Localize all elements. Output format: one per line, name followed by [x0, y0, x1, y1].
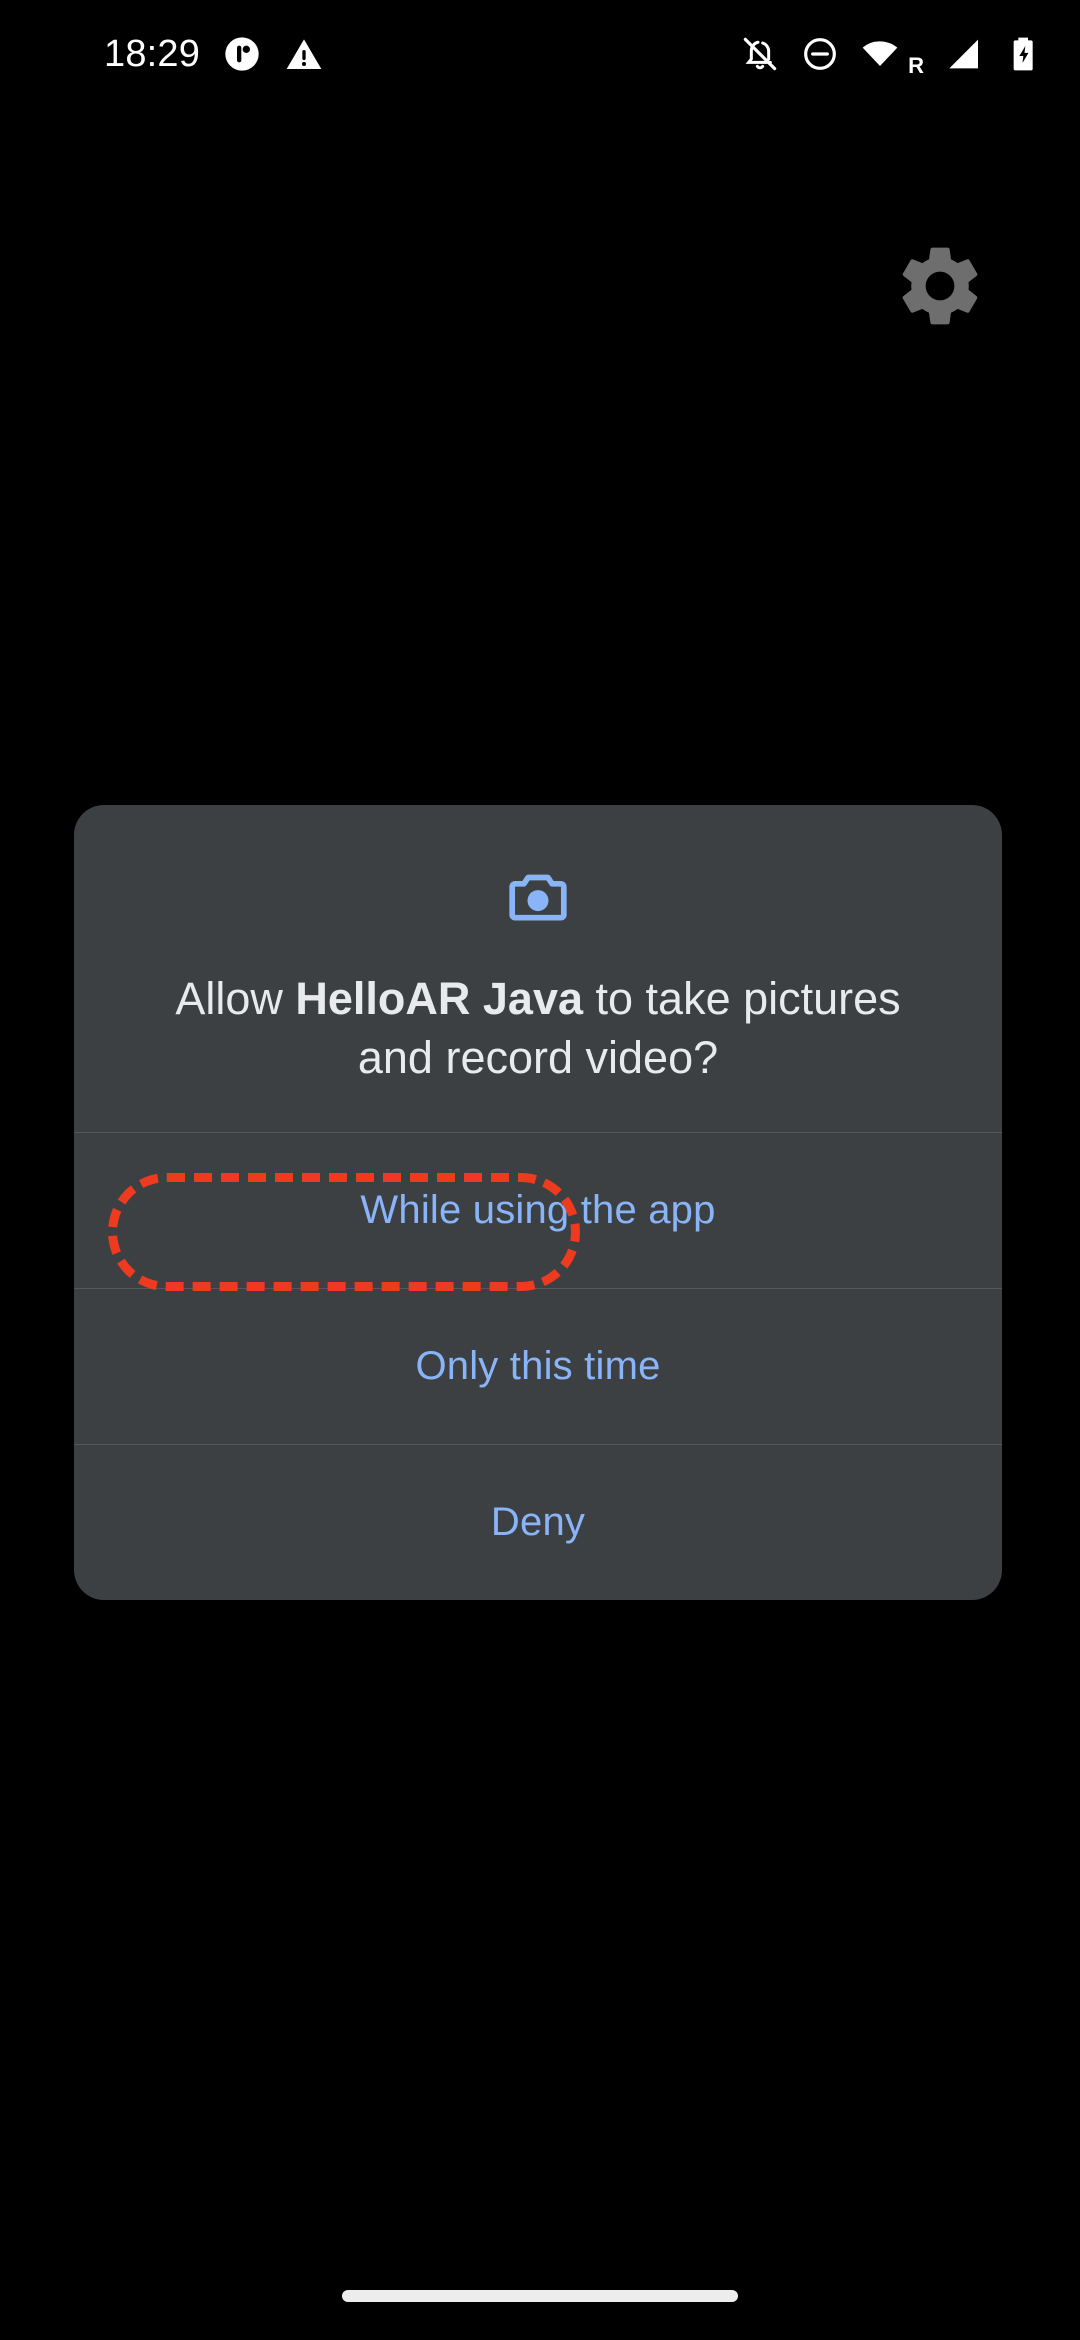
button-only-this-time-label: Only this time	[415, 1343, 661, 1388]
button-while-using-the-app-label: While using the app	[360, 1187, 716, 1232]
button-while-using-the-app[interactable]: While using the app	[74, 1131, 1002, 1288]
button-only-this-time[interactable]: Only this time	[74, 1287, 1002, 1444]
status-bar: 18:29 R	[0, 0, 1080, 108]
dialog-title-app-name: HelloAR Java	[295, 973, 583, 1024]
camera-icon	[509, 874, 567, 921]
app-notification-icon	[225, 37, 259, 71]
status-bar-right: R	[740, 31, 1044, 77]
notifications-silenced-icon	[743, 37, 777, 71]
phone-screen: 18:29 R Allow HelloAR Java to take pictu…	[0, 0, 1080, 2340]
gear-icon	[902, 247, 978, 325]
settings-button[interactable]	[878, 224, 1002, 348]
dialog-title: Allow HelloAR Java to take pictures and …	[132, 969, 944, 1088]
dialog-header: Allow HelloAR Java to take pictures and …	[74, 805, 1002, 1132]
do-not-disturb-icon	[804, 38, 837, 70]
dialog-title-prefix: Allow	[175, 973, 296, 1024]
button-deny[interactable]: Deny	[74, 1443, 1002, 1600]
status-bar-left: 18:29	[0, 34, 324, 74]
warning-triangle-icon	[286, 39, 322, 69]
gesture-home-indicator[interactable]	[342, 2290, 738, 2302]
roaming-indicator: R	[908, 53, 924, 78]
permission-dialog: Allow HelloAR Java to take pictures and …	[74, 805, 1002, 1600]
battery-charging-icon	[1013, 37, 1033, 71]
wifi-icon	[862, 41, 898, 66]
button-deny-label: Deny	[490, 1499, 586, 1544]
status-clock: 18:29	[104, 33, 201, 75]
cellular-signal-icon	[949, 39, 978, 69]
